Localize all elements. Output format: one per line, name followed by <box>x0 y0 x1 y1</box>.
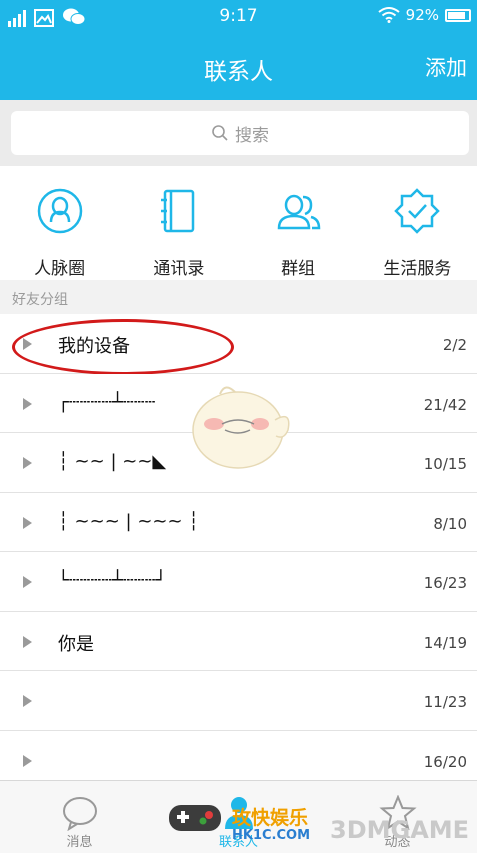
status-bar: 9:17 92% <box>0 0 477 34</box>
battery-icon <box>445 8 471 22</box>
group-row[interactable]: ┆ ~~~ | ~~~ ┆ 8/10 <box>0 492 477 552</box>
feature-label: 群组 <box>281 259 316 279</box>
expand-arrow-icon <box>23 397 32 410</box>
group-count: 11/23 <box>423 693 467 711</box>
group-name: ┆ ~~~ | ~~~ ┆ <box>58 510 200 532</box>
group-name: └┄┄┄┄┴┄┄┄┘ <box>58 570 167 591</box>
feature-grid: 人脉圈 通讯录 群组 生活服务 <box>0 166 477 280</box>
search-area: 搜索 <box>0 100 477 166</box>
group-name: ┆ ~~ | ~~◣ <box>58 451 167 472</box>
group-count: 14/19 <box>423 633 467 652</box>
feature-label: 通讯录 <box>153 259 205 279</box>
search-icon <box>212 125 228 141</box>
gamepad-watermark-icon <box>169 805 221 831</box>
feature-group[interactable]: 群组 <box>239 166 358 280</box>
title-bar: 联系人 添加 <box>0 34 477 100</box>
add-button[interactable]: 添加 <box>425 52 467 82</box>
section-header: 好友分组 <box>12 292 68 308</box>
contacts-circle-icon <box>37 188 82 234</box>
group-name: ┌┄┄┄┄┴┄┄┄ <box>58 391 156 413</box>
group-row-my-devices[interactable]: 我的设备 2/2 <box>0 314 477 375</box>
search-input[interactable]: 搜索 <box>11 111 469 155</box>
expand-arrow-icon <box>23 576 32 588</box>
expand-arrow-icon <box>23 338 32 350</box>
group-count: 2/2 <box>442 336 467 354</box>
status-right: 92% <box>378 6 471 24</box>
group-count: 21/42 <box>423 395 467 414</box>
feature-contacts-circle[interactable]: 人脉圈 <box>0 166 119 280</box>
battery-percent: 92% <box>405 6 439 24</box>
watermark-url: HK1C.COM <box>232 828 311 843</box>
nav-label: 消息 <box>66 835 93 850</box>
watermark-text: 玫快娱乐 <box>232 807 309 829</box>
expand-arrow-icon <box>23 695 32 707</box>
address-book-icon <box>160 189 195 233</box>
group-count: 8/10 <box>433 514 467 533</box>
group-row[interactable]: 11/23 <box>0 671 477 731</box>
expand-arrow-icon <box>23 457 32 469</box>
search-placeholder: 搜索 <box>235 125 269 146</box>
feature-life-service[interactable]: 生活服务 <box>358 166 477 280</box>
expand-arrow-icon <box>23 754 32 767</box>
mascot-sticker <box>192 386 290 469</box>
page-title: 联系人 <box>204 59 273 85</box>
nav-messages[interactable]: 消息 <box>0 781 159 853</box>
group-name: 我的设备 <box>58 336 130 357</box>
group-icon <box>277 194 321 230</box>
feature-label: 人脉圈 <box>34 259 86 279</box>
group-count: 16/20 <box>423 752 467 771</box>
group-count: 10/15 <box>423 455 467 473</box>
message-icon <box>62 797 97 831</box>
wifi-icon <box>378 7 400 23</box>
life-service-icon <box>394 188 441 234</box>
expand-arrow-icon <box>23 516 32 529</box>
expand-arrow-icon <box>23 635 32 648</box>
feature-label: 生活服务 <box>383 259 452 279</box>
group-name: 你是 <box>58 633 94 655</box>
group-row[interactable]: 你是 14/19 <box>0 611 477 671</box>
group-count: 16/23 <box>423 574 467 592</box>
group-row[interactable]: └┄┄┄┄┴┄┄┄┘ 16/23 <box>0 552 477 612</box>
feature-address-book[interactable]: 通讯录 <box>119 166 238 280</box>
watermark-3dm: 3DMGAME <box>330 816 470 844</box>
